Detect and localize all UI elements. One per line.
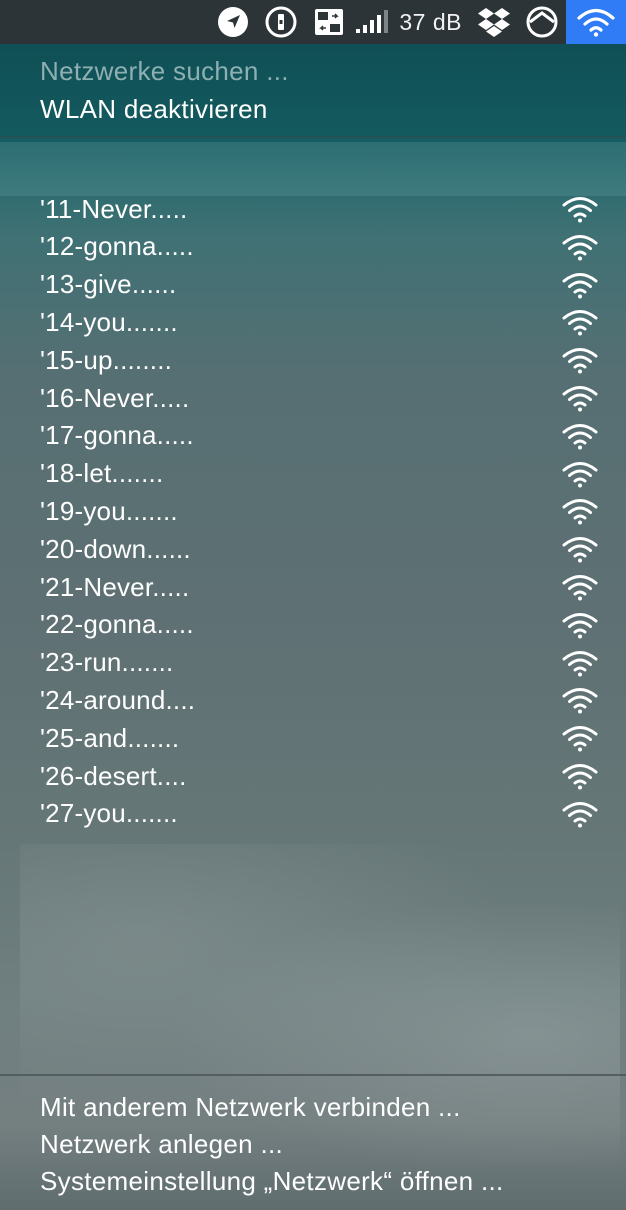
wifi-signal-icon [560,194,600,224]
menu-item-connect-other[interactable]: Mit anderem Netzwerk verbinden ... [40,1092,461,1123]
network-name: '16-Never..... [40,382,190,413]
network-name: '12-gonna..... [40,231,194,262]
wifi-signal-icon [560,345,600,375]
network-name: '15-up........ [40,344,173,375]
network-item[interactable]: '17-gonna..... [0,417,626,455]
network-name: '13-give...... [40,269,177,300]
network-name: '14-you....... [40,306,178,337]
network-name: '25-and....... [40,722,180,753]
time-machine-icon[interactable] [518,0,566,44]
network-item[interactable]: '20-down...... [0,530,626,568]
wifi-signal-icon [560,459,600,489]
network-item[interactable]: '23-run....... [0,644,626,682]
dropbox-icon[interactable] [470,0,518,44]
network-item[interactable]: '24-around.... [0,681,626,719]
wifi-signal-icon [560,761,600,791]
network-name: '17-gonna..... [40,420,194,451]
wifi-signal-icon [560,383,600,413]
network-item[interactable]: '16-Never..... [0,379,626,417]
wifi-signal-icon [560,723,600,753]
wifi-signal-icon [560,572,600,602]
menu-item-searching: Netzwerke suchen ... [40,56,289,86]
network-list-header [0,142,626,196]
network-item[interactable]: '18-let....... [0,455,626,493]
network-item[interactable]: '13-give...... [0,266,626,304]
wifi-signal-icon [560,307,600,337]
network-item[interactable]: '25-and....... [0,719,626,757]
network-item[interactable]: '27-you....... [0,795,626,833]
wifi-signal-icon [560,610,600,640]
noise-level-label[interactable]: 37 dB [393,0,470,44]
network-item[interactable]: '19-you....... [0,492,626,530]
wifi-dropdown-menu: Netzwerke suchen ... WLAN deaktivieren '… [0,44,626,1210]
network-name: '26-desert.... [40,760,187,791]
wifi-icon[interactable] [566,0,626,44]
network-item[interactable]: '14-you....... [0,303,626,341]
wifi-signal-icon [560,685,600,715]
signal-bars-icon[interactable] [353,0,393,44]
location-arrow-icon[interactable] [209,0,257,44]
wifi-signal-icon [560,799,600,829]
menu-item-disable-wifi[interactable]: WLAN deaktivieren [40,94,268,125]
network-name: '11-Never..... [40,193,188,224]
wifi-signal-icon [560,232,600,262]
network-name: '19-you....... [40,495,178,526]
network-name: '22-gonna..... [40,609,194,640]
menu-separator [0,1074,626,1076]
display-switch-icon[interactable] [305,0,353,44]
menu-item-create-network[interactable]: Netzwerk anlegen ... [40,1129,283,1160]
wifi-signal-icon [560,648,600,678]
network-name: '21-Never..... [40,571,190,602]
password-manager-icon[interactable] [257,0,305,44]
network-name: '24-around.... [40,684,196,715]
network-item[interactable]: '15-up........ [0,341,626,379]
network-item[interactable]: '22-gonna..... [0,606,626,644]
wifi-signal-icon [560,534,600,564]
network-name: '18-let....... [40,458,164,489]
network-item[interactable]: '26-desert.... [0,757,626,795]
network-name: '23-run....... [40,647,174,678]
network-name: '20-down...... [40,533,191,564]
network-item[interactable]: '12-gonna..... [0,228,626,266]
network-name: '27-you....... [40,798,178,829]
network-item[interactable]: '21-Never..... [0,568,626,606]
network-item[interactable]: '11-Never..... [0,190,626,228]
menu-item-open-network-prefs[interactable]: Systemeinstellung „Netzwerk“ öffnen ... [40,1166,504,1197]
wifi-signal-icon [560,496,600,526]
wifi-signal-icon [560,270,600,300]
menu-separator [0,136,626,138]
menu-bar: 37 dB [0,0,626,44]
wifi-signal-icon [560,421,600,451]
